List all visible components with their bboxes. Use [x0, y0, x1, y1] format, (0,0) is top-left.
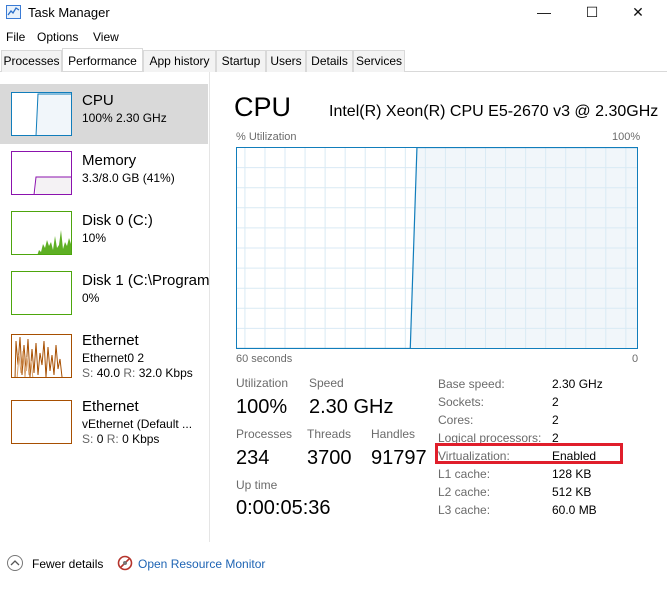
processes-label: Processes	[236, 427, 293, 441]
menu-view[interactable]: View	[93, 30, 119, 44]
resource-monitor-icon[interactable]	[117, 555, 133, 571]
sidebar-item-cpu[interactable]: CPU 100% 2.30 GHz	[0, 84, 208, 144]
disk-graph-icon	[11, 211, 72, 255]
sidebar-item-title: Ethernet	[82, 332, 139, 349]
graph-time-now: 0	[632, 353, 639, 365]
ethernet-graph-icon	[11, 334, 72, 378]
tab-app-history[interactable]: App history	[143, 50, 216, 72]
window-title: Task Manager	[28, 5, 110, 20]
ethernet-graph-icon	[11, 400, 72, 444]
l2-cache-value: 512 KB	[552, 485, 592, 499]
sidebar-item-memory[interactable]: Memory 3.3/8.0 GB (41%)	[0, 148, 208, 208]
graph-y-label: % Utilization	[236, 131, 297, 143]
tab-performance[interactable]: Performance	[62, 48, 143, 71]
utilization-label: Utilization	[236, 376, 289, 390]
cpu-graph-icon	[11, 92, 72, 136]
sidebar-item-title: Ethernet	[82, 398, 139, 415]
processes-value: 234	[236, 447, 270, 469]
footer-bar: Fewer details Open Resource Monitor	[0, 548, 667, 578]
graph-y-max: 100%	[612, 131, 641, 143]
sidebar-item-title: Disk 0 (C:)	[82, 212, 153, 229]
handles-label: Handles	[371, 427, 416, 441]
cores-value: 2	[552, 413, 559, 427]
sidebar-item-subtitle: 10%	[82, 231, 107, 245]
menu-bar: File Options View	[0, 26, 667, 48]
sockets-value: 2	[552, 395, 559, 409]
speed-value: 2.30 GHz	[309, 396, 394, 418]
sockets-label: Sockets:	[438, 395, 485, 409]
panel-heading: CPU	[234, 92, 292, 122]
close-button[interactable]: ✕	[615, 0, 661, 25]
threads-value: 3700	[307, 447, 352, 469]
cores-label: Cores:	[438, 413, 474, 427]
menu-options[interactable]: Options	[37, 30, 78, 44]
minimize-button[interactable]: —	[521, 0, 567, 25]
memory-graph-icon	[11, 151, 72, 195]
utilization-value: 100%	[236, 396, 288, 418]
tab-users[interactable]: Users	[266, 50, 306, 72]
sidebar-item-subtitle: vEthernet (Default ...	[82, 417, 193, 431]
performance-sidebar: CPU 100% 2.30 GHz Memory 3.3/8.0 GB (41%…	[0, 72, 210, 542]
sidebar-item-subtitle: 0%	[82, 291, 100, 305]
cpu-utilization-graph	[236, 147, 638, 349]
virtualization-highlight	[435, 443, 623, 464]
sidebar-item-title: Memory	[82, 152, 137, 169]
sidebar-item-throughput: S: 0 R: 0 Kbps	[82, 432, 160, 446]
sidebar-item-title: CPU	[82, 92, 114, 109]
tab-services[interactable]: Services	[353, 50, 405, 72]
menu-file[interactable]: File	[6, 30, 25, 44]
task-manager-icon	[6, 5, 21, 19]
cpu-model-name: Intel(R) Xeon(R) CPU E5-2670 v3 @ 2.30GH…	[329, 103, 659, 120]
sidebar-item-disk-1[interactable]: Disk 1 (C:\Program 0%	[0, 268, 210, 328]
l2-cache-label: L2 cache:	[438, 485, 491, 499]
l3-cache-value: 60.0 MB	[552, 503, 597, 517]
title-bar: Task Manager — ☐ ✕	[0, 0, 667, 25]
base-speed-label: Base speed:	[438, 377, 505, 391]
sidebar-item-subtitle: 3.3/8.0 GB (41%)	[82, 171, 175, 185]
sidebar-item-subtitle: 100% 2.30 GHz	[82, 111, 167, 125]
sidebar-item-ethernet-1[interactable]: Ethernet Ethernet0 2 S: 40.0 R: 32.0 Kbp…	[0, 328, 208, 392]
uptime-label: Up time	[236, 478, 278, 492]
threads-label: Threads	[307, 427, 352, 441]
speed-label: Speed	[309, 376, 344, 390]
chevron-up-icon[interactable]	[7, 555, 23, 571]
l3-cache-label: L3 cache:	[438, 503, 491, 517]
base-speed-value: 2.30 GHz	[552, 377, 603, 391]
maximize-button[interactable]: ☐	[569, 0, 615, 25]
tab-bar: Processes Performance App history Startu…	[0, 48, 667, 72]
sidebar-item-ethernet-2[interactable]: Ethernet vEthernet (Default ... S: 0 R: …	[0, 394, 208, 458]
sidebar-item-title: Disk 1 (C:\Program	[82, 272, 210, 289]
l1-cache-value: 128 KB	[552, 467, 592, 481]
tab-processes[interactable]: Processes	[1, 50, 62, 72]
handles-value: 91797	[371, 447, 427, 469]
fewer-details-button[interactable]: Fewer details	[32, 557, 103, 571]
disk-graph-icon	[11, 271, 72, 315]
sidebar-item-throughput: S: 40.0 R: 32.0 Kbps	[82, 366, 193, 380]
l1-cache-label: L1 cache:	[438, 467, 491, 481]
open-resource-monitor-link[interactable]: Open Resource Monitor	[138, 557, 265, 571]
uptime-value: 0:00:05:36	[236, 497, 331, 519]
graph-time-span: 60 seconds	[236, 353, 293, 365]
sidebar-item-subtitle: Ethernet0 2	[82, 351, 145, 365]
tab-startup[interactable]: Startup	[216, 50, 266, 72]
sidebar-item-disk-0[interactable]: Disk 0 (C:) 10%	[0, 208, 208, 268]
tab-details[interactable]: Details	[306, 50, 353, 72]
